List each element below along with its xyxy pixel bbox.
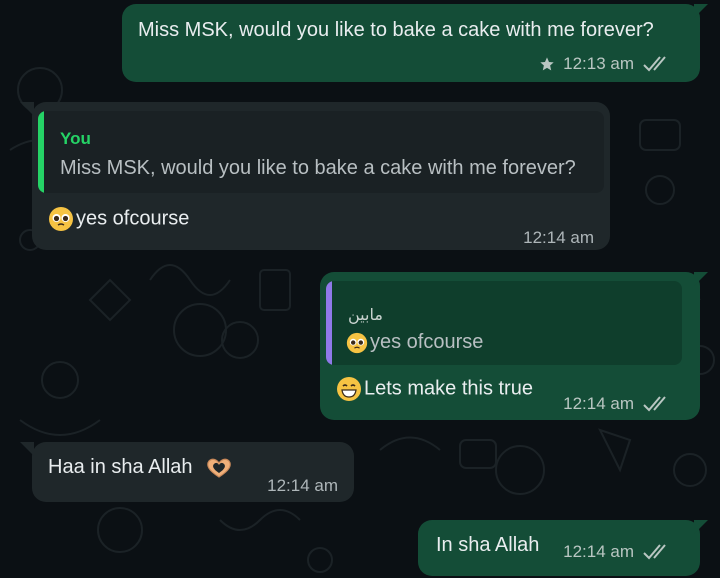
message-time: 12:13 am — [563, 54, 634, 73]
message-text-row: yes ofcourse — [48, 206, 189, 232]
message-bubble-outgoing[interactable]: مابين yes ofcourse Lets make this true 1… — [320, 272, 700, 420]
quote-author: You — [60, 129, 91, 148]
bubble-tail — [20, 102, 34, 116]
double-check-icon — [643, 544, 666, 560]
pleading-face-emoji — [346, 332, 368, 353]
message-text: Lets make this true — [364, 377, 533, 400]
message-bubble-outgoing[interactable]: In sha Allah 12:14 am — [418, 520, 700, 576]
double-check-icon — [643, 56, 666, 72]
message-text-row: Lets make this true — [336, 376, 533, 402]
quoted-message[interactable]: مابين yes ofcourse — [326, 281, 682, 365]
quote-text: Miss MSK, would you like to bake a cake … — [60, 157, 576, 179]
quote-text-row: yes ofcourse — [346, 331, 483, 354]
bubble-tail — [694, 520, 708, 534]
message-text: Miss MSK, would you like to bake a cake … — [138, 19, 654, 41]
message-time: 12:14 am — [523, 228, 594, 247]
bubble-tail — [20, 442, 34, 456]
quote-text: yes ofcourse — [370, 331, 484, 353]
message-time: 12:14 am — [563, 542, 634, 561]
quote-author: مابين — [348, 305, 383, 324]
message-text: yes ofcourse — [76, 207, 190, 230]
heart-hands-emoji — [207, 458, 231, 478]
pleading-face-emoji — [49, 207, 73, 231]
bubble-tail — [694, 4, 708, 18]
message-meta: 12:14 am — [563, 394, 672, 414]
quote-accent-bar — [326, 281, 332, 365]
quote-accent-bar — [38, 111, 44, 193]
bubble-tail — [694, 272, 708, 286]
grinning-face-emoji — [337, 377, 361, 401]
message-meta: 12:14 am — [563, 542, 672, 562]
message-text-row: Haa in sha Allah — [48, 456, 236, 479]
message-text: In sha Allah — [436, 534, 540, 556]
message-time: 12:14 am — [563, 394, 634, 413]
double-check-icon — [643, 396, 666, 412]
message-bubble-incoming[interactable]: Haa in sha Allah 12:14 am — [32, 442, 354, 502]
message-text: Haa in sha Allah — [48, 456, 193, 478]
quoted-message[interactable]: You Miss MSK, would you like to bake a c… — [38, 111, 604, 193]
message-bubble-outgoing[interactable]: Miss MSK, would you like to bake a cake … — [122, 4, 700, 82]
message-bubble-incoming[interactable]: You Miss MSK, would you like to bake a c… — [32, 102, 610, 250]
message-meta: 12:13 am — [539, 54, 672, 74]
star-icon — [540, 57, 554, 71]
message-time: 12:14 am — [267, 476, 338, 495]
